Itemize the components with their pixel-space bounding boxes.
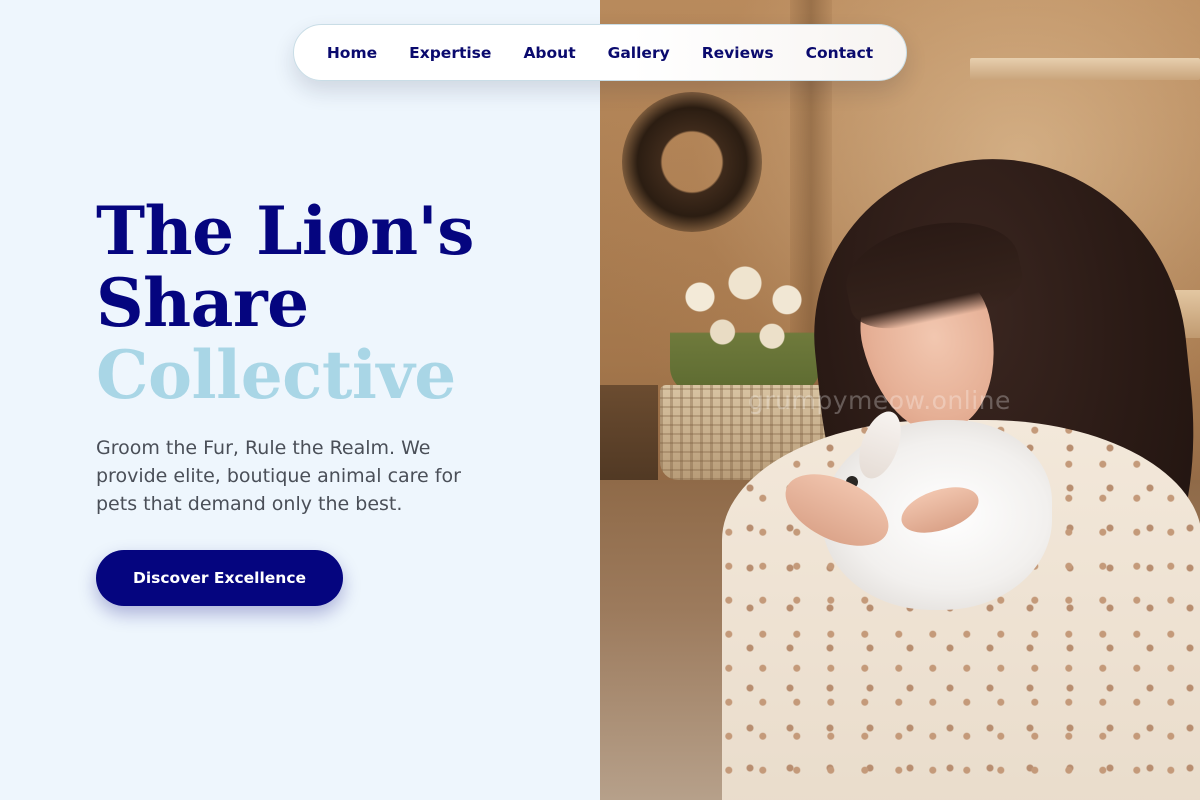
main-nav: Home Expertise About Gallery Reviews Con…	[293, 24, 907, 81]
photo-dark-basket	[600, 385, 658, 495]
nav-link-reviews[interactable]: Reviews	[702, 44, 774, 62]
hero-title-line-1: The Lion's	[96, 192, 474, 270]
watermark-text: grumpymeow.online	[748, 386, 1011, 415]
hero-title-line-3: Collective	[96, 336, 456, 414]
hero-title: The Lion's Share Collective	[96, 195, 576, 411]
photo-wreath	[622, 92, 762, 232]
nav-link-gallery[interactable]: Gallery	[608, 44, 670, 62]
nav-link-home[interactable]: Home	[327, 44, 377, 62]
hero-subtitle: Groom the Fur, Rule the Realm. We provid…	[96, 437, 461, 515]
discover-excellence-button[interactable]: Discover Excellence	[96, 550, 343, 606]
hero-left-panel: The Lion's Share Collective Groom the Fu…	[0, 0, 600, 800]
photo-shelf	[970, 58, 1200, 80]
nav-link-expertise[interactable]: Expertise	[409, 44, 491, 62]
hero-title-line-2: Share	[96, 264, 309, 342]
hero-photo: grumpymeow.online	[600, 0, 1200, 800]
photo-flowers	[670, 255, 820, 395]
nav-link-about[interactable]: About	[523, 44, 575, 62]
nav-link-contact[interactable]: Contact	[806, 44, 874, 62]
